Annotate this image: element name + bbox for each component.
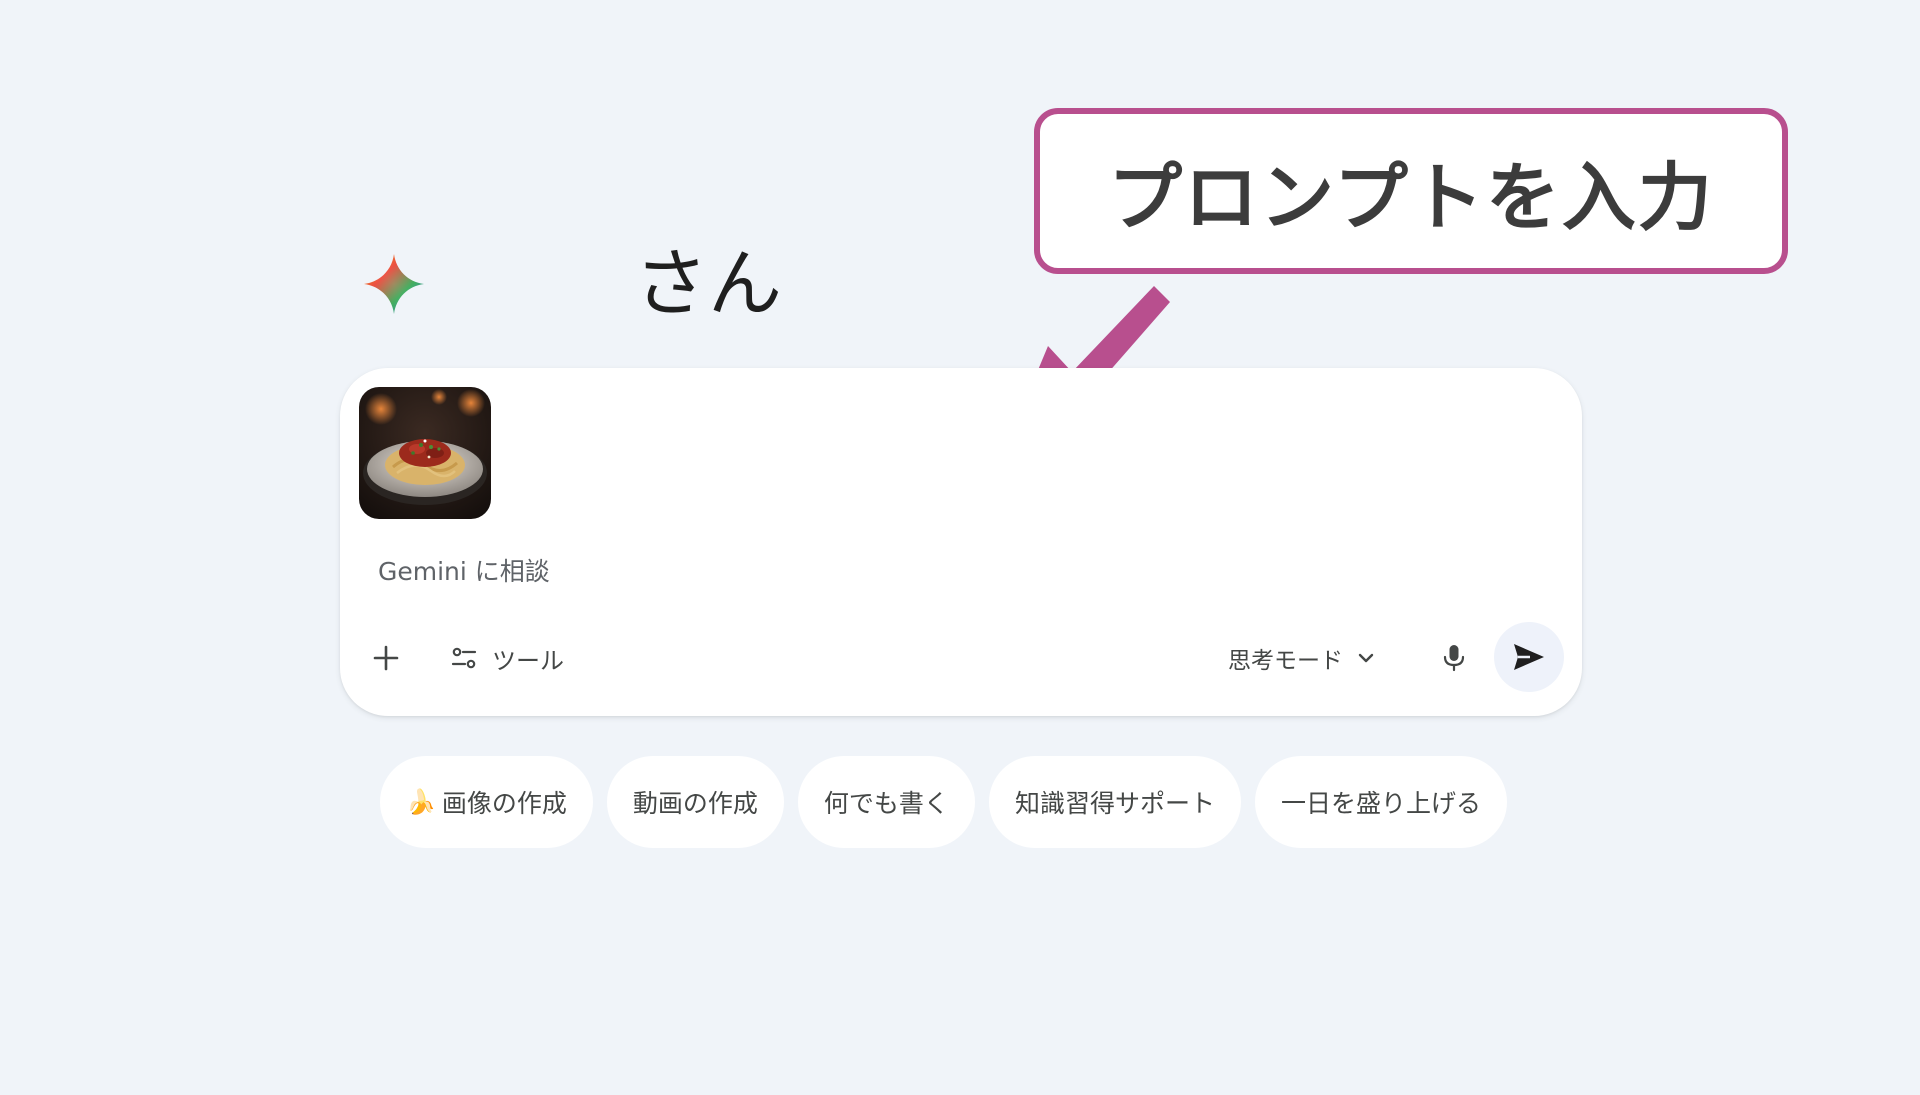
chip-write-anything[interactable]: 何でも書く: [797, 756, 975, 848]
pasta-photo: [359, 387, 491, 519]
tools-button[interactable]: ツール: [442, 630, 574, 686]
send-button[interactable]: [1494, 622, 1564, 692]
chip-label: 知識習得サポート: [1014, 789, 1215, 818]
greeting: さん: [362, 244, 862, 324]
banana-icon: 🍌: [406, 788, 436, 816]
prompt-card: ツール 思考モード: [340, 368, 1582, 716]
microphone-button[interactable]: [1426, 630, 1482, 686]
chip-label: 画像の作成: [441, 789, 567, 818]
tools-label: ツール: [492, 646, 564, 675]
suggestion-chips: 🍌 画像の作成 動画の作成 何でも書く 知識習得サポート 一日を盛り上げる: [380, 756, 1507, 848]
annotation-callout-text: プロンプトを入力: [1108, 154, 1714, 241]
plus-icon: [373, 645, 399, 671]
attached-image-thumbnail[interactable]: [359, 387, 491, 519]
thinking-mode-label: 思考モード: [1228, 648, 1343, 674]
chevron-down-icon: [1358, 653, 1374, 663]
chip-label: 何でも書く: [823, 789, 949, 818]
gemini-sparkle-icon: [364, 254, 424, 314]
chip-create-video[interactable]: 動画の作成: [606, 756, 784, 848]
add-attachment-button[interactable]: [358, 630, 414, 686]
send-icon: [1514, 644, 1544, 670]
chip-learning-support[interactable]: 知識習得サポート: [988, 756, 1241, 848]
chip-label: 動画の作成: [632, 789, 758, 818]
greeting-text: さん: [634, 241, 782, 327]
prompt-input[interactable]: [378, 546, 1538, 596]
microphone-icon: [1443, 645, 1465, 672]
chip-boost-day[interactable]: 一日を盛り上げる: [1254, 756, 1507, 848]
chip-create-image[interactable]: 🍌 画像の作成: [380, 756, 593, 848]
tools-sliders-icon: [451, 647, 477, 669]
chip-label: 一日を盛り上げる: [1280, 789, 1481, 818]
thinking-mode-dropdown[interactable]: 思考モード: [1220, 630, 1385, 686]
annotation-callout: プロンプトを入力: [1034, 108, 1788, 274]
